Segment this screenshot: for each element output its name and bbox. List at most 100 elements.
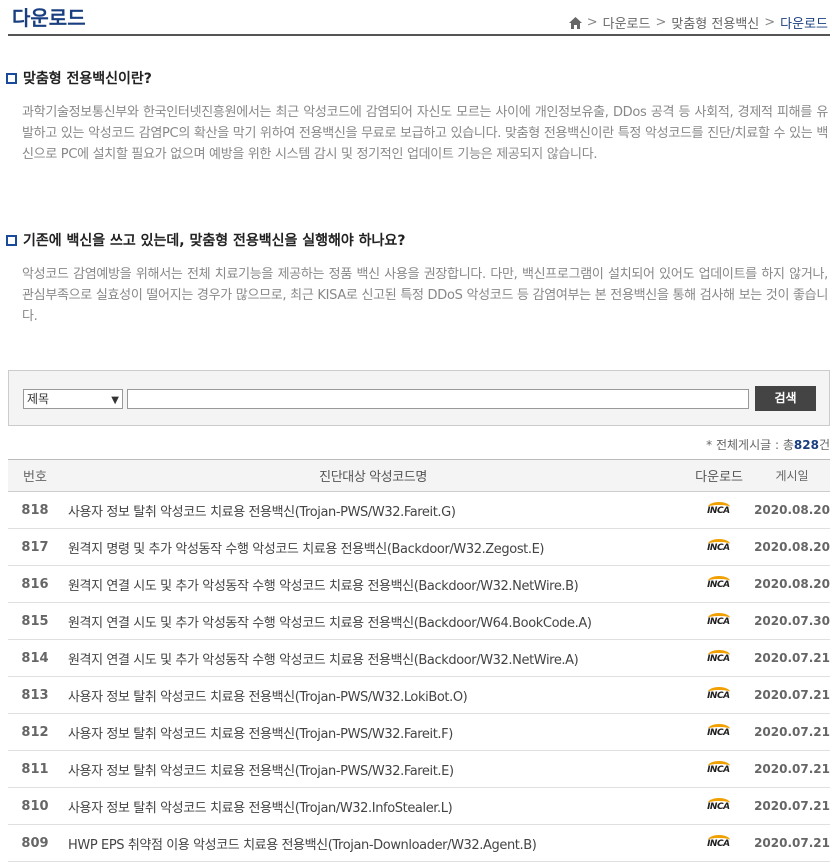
row-number: 818 xyxy=(8,491,62,529)
download-cell: INCA xyxy=(684,491,755,529)
table-row: 817 원격지 명령 및 추가 악성동작 수행 악성코드 치료용 전용백신(Bac… xyxy=(8,528,830,566)
download-cell: INCA xyxy=(684,750,755,788)
download-cell: INCA xyxy=(684,824,755,862)
table-row: 818 사용자 정보 탈취 악성코드 치료용 전용백신(Trojan-PWS/W3… xyxy=(8,491,830,529)
table-row: 810 사용자 정보 탈취 악성코드 치료용 전용백신(Trojan/W32.In… xyxy=(8,787,830,825)
table-row: 809 HWP EPS 취약점 이용 악성코드 치료용 전용백신(Trojan-D… xyxy=(8,824,830,862)
row-date: 2020.07.21 xyxy=(754,824,830,862)
row-date: 2020.07.21 xyxy=(754,676,830,714)
breadcrumb-separator: > xyxy=(764,15,776,30)
header-malware-name: 진단대상 악성코드명 xyxy=(62,459,685,492)
table-row: 814 원격지 연결 시도 및 추가 악성동작 수행 악성코드 치료용 전용백신(… xyxy=(8,639,830,677)
row-date: 2020.08.20 xyxy=(754,565,830,603)
inca-download-icon[interactable]: INCA xyxy=(706,539,732,555)
row-title-link[interactable]: 원격지 연결 시도 및 추가 악성동작 수행 악성코드 치료용 전용백신(Bac… xyxy=(62,639,685,677)
inca-logo-text: INCA xyxy=(707,802,730,812)
row-number: 810 xyxy=(8,787,62,825)
inca-logo-text: INCA xyxy=(707,765,730,775)
breadcrumb: > 다운로드 > 맞춤형 전용백신 > 다운로드 xyxy=(568,13,828,32)
breadcrumb-item-current: 다운로드 xyxy=(780,17,828,32)
search-box: 제목 ▼ 검색 xyxy=(8,370,830,426)
row-number: 811 xyxy=(8,750,62,788)
row-title-link[interactable]: 사용자 정보 탈취 악성코드 치료용 전용백신(Trojan-PWS/W32.F… xyxy=(62,750,685,788)
table-row: 813 사용자 정보 탈취 악성코드 치료용 전용백신(Trojan-PWS/W3… xyxy=(8,676,830,714)
chevron-down-icon: ▼ xyxy=(111,395,119,406)
section-heading: 기존에 백신을 쓰고 있는데, 맞춤형 전용백신을 실행해야 하나요? xyxy=(6,230,828,250)
search-field-select[interactable]: 제목 ▼ xyxy=(23,389,123,409)
total-prefix: * 전체게시글 : 총 xyxy=(706,438,794,452)
page-title: 다운로드 xyxy=(12,6,86,30)
download-cell: INCA xyxy=(684,602,755,640)
row-date: 2020.07.21 xyxy=(754,713,830,751)
section-heading: 맞춤형 전용백신이란? xyxy=(6,68,828,88)
row-date: 2020.07.21 xyxy=(754,787,830,825)
inca-logo-text: INCA xyxy=(707,543,730,553)
download-cell: INCA xyxy=(684,676,755,714)
download-cell: INCA xyxy=(684,787,755,825)
download-cell: INCA xyxy=(684,528,755,566)
table-row: 816 원격지 연결 시도 및 추가 악성동작 수행 악성코드 치료용 전용백신(… xyxy=(8,565,830,603)
row-date: 2020.07.21 xyxy=(754,639,830,677)
inca-download-icon[interactable]: INCA xyxy=(706,835,732,851)
download-cell: INCA xyxy=(684,639,755,677)
row-number: 815 xyxy=(8,602,62,640)
inca-download-icon[interactable]: INCA xyxy=(706,576,732,592)
table-header-row: 번호 진단대상 악성코드명 다운로드 게시일 xyxy=(8,459,830,492)
inca-download-icon[interactable]: INCA xyxy=(706,798,732,814)
inca-logo-text: INCA xyxy=(707,839,730,849)
row-title-link[interactable]: 원격지 연결 시도 및 추가 악성동작 수행 악성코드 치료용 전용백신(Bac… xyxy=(62,602,685,640)
total-suffix: 건 xyxy=(818,438,830,452)
inca-download-icon[interactable]: INCA xyxy=(706,502,732,518)
header-download: 다운로드 xyxy=(684,459,755,492)
row-title-link[interactable]: 사용자 정보 탈취 악성코드 치료용 전용백신(Trojan-PWS/W32.F… xyxy=(62,491,685,529)
inca-download-icon[interactable]: INCA xyxy=(706,613,732,629)
square-bullet-icon xyxy=(6,234,17,246)
row-number: 817 xyxy=(8,528,62,566)
inca-download-icon[interactable]: INCA xyxy=(706,724,732,740)
page-header: 다운로드 > 다운로드 > 맞춤형 전용백신 > 다운로드 xyxy=(8,0,830,36)
section-heading-text: 기존에 백신을 쓰고 있는데, 맞춤형 전용백신을 실행해야 하나요? xyxy=(23,233,406,249)
inca-logo-text: INCA xyxy=(707,580,730,590)
inca-logo-text: INCA xyxy=(707,506,730,516)
section-heading-text: 맞춤형 전용백신이란? xyxy=(23,71,152,87)
inca-download-icon[interactable]: INCA xyxy=(706,761,732,777)
search-select-value: 제목 xyxy=(27,392,50,406)
table-row: 812 사용자 정보 탈취 악성코드 치료용 전용백신(Trojan-PWS/W3… xyxy=(8,713,830,751)
row-title-link[interactable]: 사용자 정보 탈취 악성코드 치료용 전용백신(Trojan-PWS/W32.F… xyxy=(62,713,685,751)
breadcrumb-separator: > xyxy=(655,15,667,30)
breadcrumb-item-download[interactable]: 다운로드 xyxy=(603,13,651,32)
header-number: 번호 xyxy=(8,459,62,492)
row-title-link[interactable]: 사용자 정보 탈취 악성코드 치료용 전용백신(Trojan/W32.InfoS… xyxy=(62,787,685,825)
search-button[interactable]: 검색 xyxy=(755,386,816,411)
download-cell: INCA xyxy=(684,565,755,603)
row-number: 816 xyxy=(8,565,62,603)
row-number: 812 xyxy=(8,713,62,751)
row-date: 2020.08.20 xyxy=(754,528,830,566)
row-number: 809 xyxy=(8,824,62,862)
section-body: 과학기술정보통신부와 한국인터넷진흥원에서는 최근 악성코드에 감염되어 자신도… xyxy=(22,105,828,162)
table-row: 811 사용자 정보 탈취 악성코드 치료용 전용백신(Trojan-PWS/W3… xyxy=(8,750,830,788)
inca-download-icon[interactable]: INCA xyxy=(706,650,732,666)
row-title-link[interactable]: 사용자 정보 탈취 악성코드 치료용 전용백신(Trojan-PWS/W32.L… xyxy=(62,676,685,714)
search-input[interactable] xyxy=(127,389,749,409)
home-icon[interactable] xyxy=(568,16,582,29)
download-cell: INCA xyxy=(684,713,755,751)
row-date: 2020.07.21 xyxy=(754,750,830,788)
inca-logo-text: INCA xyxy=(707,691,730,701)
total-count: * 전체게시글 : 총828건 xyxy=(706,436,830,453)
row-number: 814 xyxy=(8,639,62,677)
row-number: 813 xyxy=(8,676,62,714)
inca-download-icon[interactable]: INCA xyxy=(706,687,732,703)
section-existing-vaccine-faq: 기존에 백신을 쓰고 있는데, 맞춤형 전용백신을 실행해야 하나요? 악성코드… xyxy=(6,230,828,327)
header-date: 게시일 xyxy=(754,459,830,492)
row-title-link[interactable]: HWP EPS 취약점 이용 악성코드 치료용 전용백신(Trojan-Down… xyxy=(62,824,685,862)
row-title-link[interactable]: 원격지 연결 시도 및 추가 악성동작 수행 악성코드 치료용 전용백신(Bac… xyxy=(62,565,685,603)
inca-logo-text: INCA xyxy=(707,728,730,738)
row-title-link[interactable]: 원격지 명령 및 추가 악성동작 수행 악성코드 치료용 전용백신(Backdo… xyxy=(62,528,685,566)
row-date: 2020.07.30 xyxy=(754,602,830,640)
breadcrumb-item-custom-vaccine[interactable]: 맞춤형 전용백신 xyxy=(671,13,759,32)
section-what-is-vaccine: 맞춤형 전용백신이란? 과학기술정보통신부와 한국인터넷진흥원에서는 최근 악성… xyxy=(6,68,828,165)
breadcrumb-separator: > xyxy=(586,15,598,30)
inca-logo-text: INCA xyxy=(707,617,730,627)
row-date: 2020.08.20 xyxy=(754,491,830,529)
